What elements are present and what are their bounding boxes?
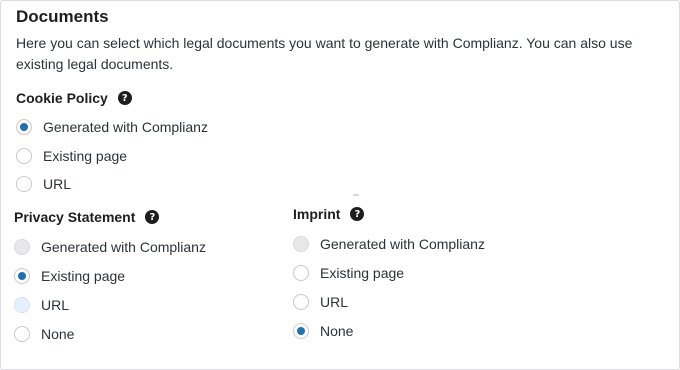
privacy-statement-label: Privacy Statement ?: [14, 209, 160, 225]
cookie-policy-title: Cookie Policy: [16, 90, 108, 106]
radio-checked-icon[interactable]: [16, 119, 32, 135]
option-label: None: [41, 326, 75, 342]
divider-mark: [353, 194, 359, 196]
option-label: Generated with Complianz: [41, 239, 206, 255]
documents-panel: Documents Here you can select which lega…: [0, 0, 680, 370]
page-title: Documents: [16, 7, 109, 26]
radio-checked-icon[interactable]: [14, 268, 30, 284]
option-label: Existing page: [320, 265, 405, 281]
imprint-label: Imprint ?: [293, 206, 365, 222]
imprint-option-existing-page[interactable]: Existing page: [293, 265, 404, 281]
radio-unchecked-icon[interactable]: [293, 294, 309, 310]
cookie-policy-option-generated[interactable]: Generated with Complianz: [16, 119, 208, 135]
question-circle-icon[interactable]: ?: [117, 91, 132, 105]
option-label: Generated with Complianz: [320, 236, 485, 252]
cookie-policy-label: Cookie Policy ?: [16, 90, 132, 106]
radio-unchecked-icon[interactable]: [16, 176, 32, 192]
imprint-title: Imprint: [293, 206, 341, 222]
radio-disabled-icon[interactable]: [293, 236, 309, 252]
documents-description: Here you can select which legal document…: [16, 35, 633, 72]
privacy-statement-option-existing-page[interactable]: Existing page: [14, 268, 125, 284]
imprint-option-none[interactable]: None: [293, 323, 353, 339]
option-label: Generated with Complianz: [43, 119, 208, 135]
radio-hover-icon[interactable]: [14, 297, 30, 313]
option-label: URL: [41, 297, 70, 313]
option-label: Existing page: [41, 268, 126, 284]
radio-disabled-icon[interactable]: [14, 239, 30, 255]
radio-unchecked-icon[interactable]: [293, 265, 309, 281]
privacy-statement-option-generated[interactable]: Generated with Complianz: [14, 239, 206, 255]
imprint-option-generated[interactable]: Generated with Complianz: [293, 236, 485, 252]
imprint-option-url[interactable]: URL: [293, 294, 348, 310]
option-label: URL: [43, 176, 72, 192]
privacy-statement-title: Privacy Statement: [14, 209, 136, 225]
option-label: None: [320, 323, 354, 339]
radio-unchecked-icon[interactable]: [16, 148, 32, 164]
radio-checked-icon[interactable]: [293, 323, 309, 339]
option-label: URL: [320, 294, 349, 310]
radio-unchecked-icon[interactable]: [14, 326, 30, 342]
cookie-policy-option-url[interactable]: URL: [16, 176, 71, 192]
question-circle-icon[interactable]: ?: [145, 210, 160, 224]
question-circle-icon[interactable]: ?: [350, 207, 365, 221]
option-label: Existing page: [43, 148, 128, 164]
cookie-policy-option-existing-page[interactable]: Existing page: [16, 148, 127, 164]
privacy-statement-option-url[interactable]: URL: [14, 297, 69, 313]
privacy-statement-option-none[interactable]: None: [14, 326, 74, 342]
